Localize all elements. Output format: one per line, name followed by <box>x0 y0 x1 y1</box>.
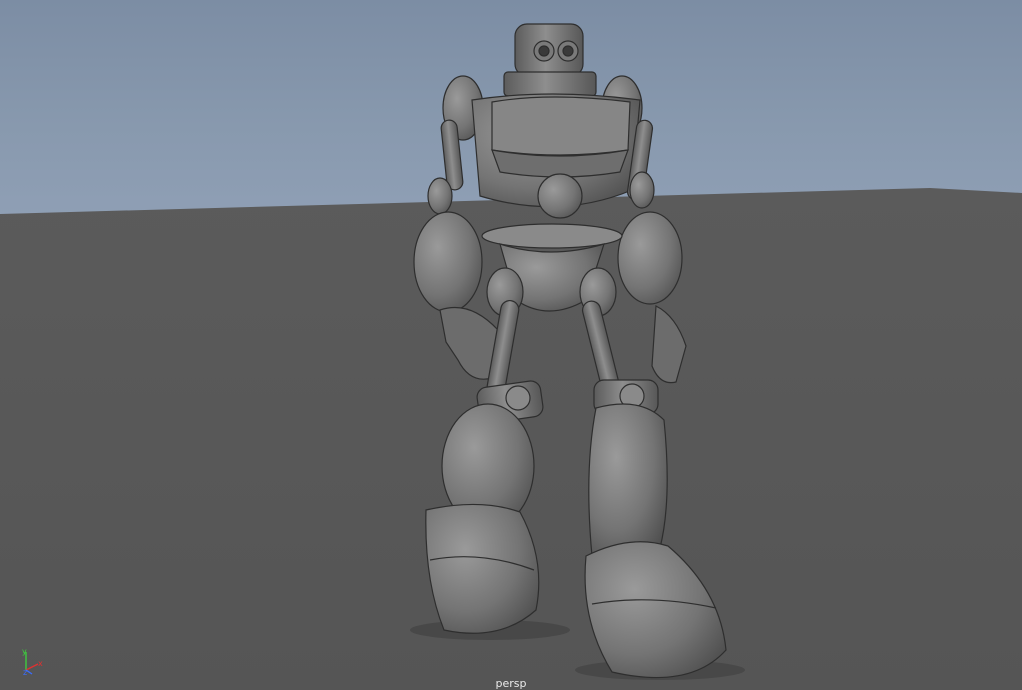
axis-x-label: x <box>38 659 43 668</box>
maya-perspective-viewport[interactable]: y x z persp <box>0 0 1022 690</box>
robot-model[interactable] <box>0 0 1022 690</box>
axis-gizmo-icon: y x z <box>22 647 43 677</box>
axis-z-label: z <box>23 668 27 677</box>
camera-name-label: persp <box>495 677 527 690</box>
axis-y-label: y <box>22 647 27 656</box>
